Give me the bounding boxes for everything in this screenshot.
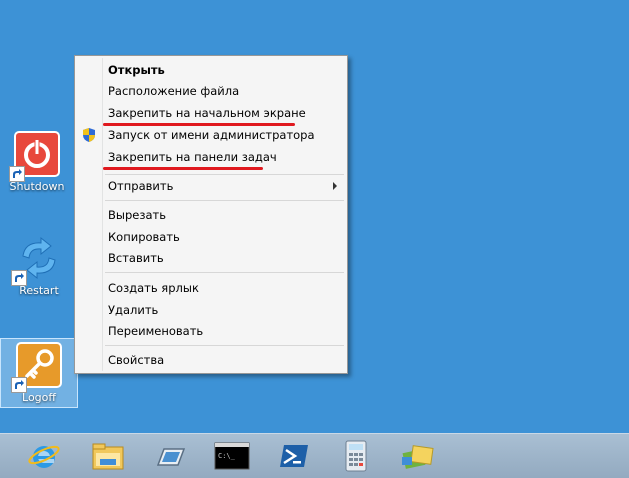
menu-separator xyxy=(105,200,344,201)
menu-item-cut[interactable]: Вырезать xyxy=(108,205,166,225)
desktop-icon-logoff[interactable]: Logoff xyxy=(0,338,78,408)
menu-item-copy[interactable]: Копировать xyxy=(108,227,180,247)
menu-item-create-shortcut[interactable]: Создать ярлык xyxy=(108,278,199,298)
taskbar-button-powershell[interactable] xyxy=(274,439,314,473)
calculator-icon xyxy=(345,440,367,472)
shortcut-arrow-icon xyxy=(11,377,27,393)
internet-explorer-icon xyxy=(28,445,60,468)
menu-item-open[interactable]: Открыть xyxy=(108,60,165,80)
shutdown-icon xyxy=(9,130,61,182)
menu-item-pin-to-start[interactable]: Закрепить на начальном экране xyxy=(108,103,306,123)
command-prompt-glyph: C:\_ xyxy=(218,452,236,460)
taskbar-button-command-prompt[interactable]: C:\_ xyxy=(212,439,252,473)
menu-item-file-location[interactable]: Расположение файла xyxy=(108,81,239,101)
taskbar-button-server-manager[interactable] xyxy=(150,439,190,473)
menu-item-run-as-admin[interactable]: Запуск от имени администратора xyxy=(108,125,315,145)
taskbar-button-calculator[interactable] xyxy=(336,439,376,473)
server-manager-icon xyxy=(156,448,186,466)
file-explorer-icon xyxy=(92,443,124,470)
taskbar-button-internet-explorer[interactable] xyxy=(24,439,64,473)
menu-item-paste[interactable]: Вставить xyxy=(108,248,164,268)
menu-separator xyxy=(105,345,344,346)
menu-item-delete[interactable]: Удалить xyxy=(108,300,158,320)
taskbar-button-control-panel[interactable] xyxy=(398,439,438,473)
red-underline-pin-to-taskbar xyxy=(103,167,263,170)
desktop-icon-shutdown[interactable]: Shutdown xyxy=(0,130,74,200)
taskbar-button-file-explorer[interactable] xyxy=(88,439,128,473)
menu-separator xyxy=(105,174,344,175)
menu-gutter xyxy=(102,58,103,371)
shortcut-arrow-icon xyxy=(11,270,27,286)
control-panel-icon xyxy=(402,445,434,469)
desktop-icon-restart[interactable]: Restart xyxy=(2,234,76,304)
command-prompt-icon: C:\_ xyxy=(214,442,250,470)
context-menu: Открыть Расположение файла Закрепить на … xyxy=(74,55,348,374)
taskbar: C:\_ xyxy=(0,433,629,478)
uac-shield-icon xyxy=(81,127,97,143)
menu-item-properties[interactable]: Свойства xyxy=(108,350,164,370)
menu-separator xyxy=(105,272,344,273)
restart-icon xyxy=(11,234,63,286)
key-icon xyxy=(11,341,63,393)
menu-item-send-to[interactable]: Отправить xyxy=(108,176,173,196)
shortcut-arrow-icon xyxy=(9,166,25,182)
submenu-arrow-icon xyxy=(333,182,337,190)
powershell-icon xyxy=(280,445,308,467)
menu-item-rename[interactable]: Переименовать xyxy=(108,321,203,341)
menu-item-pin-to-taskbar[interactable]: Закрепить на панели задач xyxy=(108,147,277,167)
